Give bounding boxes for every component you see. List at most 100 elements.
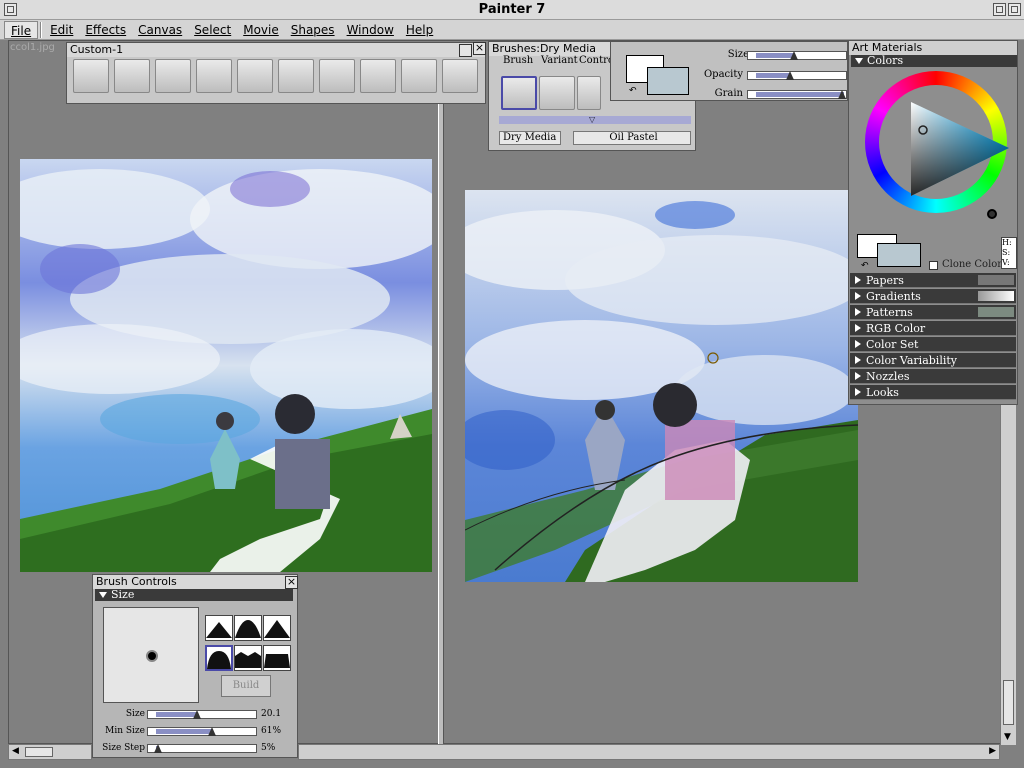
swap-colors-icon-2[interactable]: ↶ <box>861 261 869 271</box>
clone-color-label: Clone Color <box>942 259 1003 270</box>
expand-icon <box>855 356 861 364</box>
profile-linear-icon[interactable] <box>263 615 291 641</box>
maximize-button[interactable] <box>1008 3 1021 16</box>
close-icon[interactable]: × <box>473 42 486 55</box>
expand-icon <box>855 276 861 284</box>
profile-dull-icon[interactable] <box>205 645 233 671</box>
brushes-tab-variant[interactable]: Variant <box>541 55 578 66</box>
property-bar: ↶ Size Opacity Grain <box>610 41 848 101</box>
brush-category-select[interactable]: Dry Media <box>499 131 561 145</box>
brush-blender-icon[interactable] <box>237 59 273 93</box>
expand-icon <box>855 388 861 396</box>
brush-watercolor-icon[interactable] <box>401 59 437 93</box>
size-slider[interactable] <box>747 51 847 60</box>
section-color-set[interactable]: Color Set <box>850 337 1016 352</box>
saturation-value-triangle[interactable] <box>899 96 1014 201</box>
papers-preview <box>978 275 1014 285</box>
scroll-down-icon[interactable]: ▼ <box>1004 732 1011 742</box>
canvas-painting[interactable] <box>465 190 858 582</box>
document-tab[interactable]: ccol1.jpg <box>10 42 70 54</box>
profile-medium-icon[interactable] <box>234 615 262 641</box>
papers-label: Papers <box>866 274 904 287</box>
grain-slider[interactable] <box>747 90 847 99</box>
color-set-label: Color Set <box>866 338 919 351</box>
menu-edit[interactable]: Edit <box>44 21 79 39</box>
brush-blender-variant-icon[interactable] <box>577 76 601 110</box>
profile-watercolor-icon[interactable] <box>234 645 262 671</box>
brush-marker-icon[interactable] <box>442 59 478 93</box>
section-looks[interactable]: Looks <box>850 385 1016 400</box>
brush-pencil-icon[interactable] <box>73 59 109 93</box>
size-step-row-label: Size Step <box>102 743 145 753</box>
brush-chalk-icon[interactable] <box>114 59 150 93</box>
brush-controls-title: Brush Controls <box>93 575 297 589</box>
color-variability-label: Color Variability <box>866 354 957 367</box>
gradients-preview <box>978 291 1014 301</box>
menu-select[interactable]: Select <box>188 21 237 39</box>
menu-window[interactable]: Window <box>341 21 400 39</box>
grain-label: Grain <box>714 88 743 99</box>
brush-acrylic-icon[interactable] <box>360 59 396 93</box>
size-step-slider[interactable] <box>147 744 257 753</box>
scroll-left-icon[interactable]: ◀ <box>12 746 19 756</box>
horizontal-scrollbar-right[interactable]: ▶ <box>298 744 1000 760</box>
patterns-preview <box>978 307 1014 317</box>
vertical-scroll-thumb[interactable] <box>1003 680 1014 725</box>
build-button[interactable]: Build <box>221 675 271 697</box>
size-row-value: 20.1 <box>261 709 282 719</box>
chevron-down-icon[interactable]: ▽ <box>589 116 595 124</box>
brush-variant-select[interactable]: Oil Pastel <box>573 131 691 145</box>
vertical-scrollbar[interactable]: ▼ <box>1000 400 1016 745</box>
pane-splitter[interactable] <box>438 100 444 744</box>
looks-label: Looks <box>866 386 899 399</box>
brush-pencil-variant-icon[interactable] <box>539 76 575 110</box>
section-gradients[interactable]: Gradients <box>850 289 1016 304</box>
section-papers[interactable]: Papers <box>850 273 1016 288</box>
hue-marker[interactable] <box>987 209 997 219</box>
profile-pointed-icon[interactable] <box>205 615 233 641</box>
section-rgb-color[interactable]: RGB Color <box>850 321 1016 336</box>
gradients-label: Gradients <box>866 290 921 303</box>
section-patterns[interactable]: Patterns <box>850 305 1016 320</box>
min-size-slider[interactable] <box>147 727 257 736</box>
value-readout: V: <box>1002 258 1010 267</box>
menu-effects[interactable]: Effects <box>79 21 132 39</box>
hsv-readout: H: S: V: <box>1001 237 1017 269</box>
palette-zoom-icon[interactable] <box>459 44 472 57</box>
collapse-icon[interactable] <box>99 592 107 598</box>
horizontal-scrollbar-left[interactable]: ◀ <box>8 744 92 760</box>
brush-dry-media-selected-icon[interactable] <box>501 76 537 110</box>
menu-shapes[interactable]: Shapes <box>285 21 341 39</box>
clone-color-checkbox[interactable] <box>929 261 938 270</box>
close-icon[interactable]: × <box>285 576 298 589</box>
reference-painting[interactable] <box>20 159 432 572</box>
brush-crayon-icon[interactable] <box>196 59 232 93</box>
swap-colors-icon[interactable]: ↶ <box>629 86 637 96</box>
brush-palette-knife-icon[interactable] <box>278 59 314 93</box>
menu-canvas[interactable]: Canvas <box>132 21 188 39</box>
section-nozzles[interactable]: Nozzles <box>850 369 1016 384</box>
art-secondary-color-swatch[interactable] <box>877 243 921 267</box>
size-control-slider[interactable] <box>147 710 257 719</box>
colors-section-header[interactable]: Colors <box>851 55 1017 67</box>
size-step-row-value: 5% <box>261 743 276 753</box>
minimize-button[interactable] <box>993 3 1006 16</box>
collapse-icon[interactable] <box>855 58 863 64</box>
profile-flat-icon[interactable] <box>263 645 291 671</box>
menu-file[interactable]: File <box>4 20 39 39</box>
size-section-header[interactable]: Size <box>95 589 293 601</box>
opacity-slider[interactable] <box>747 71 847 80</box>
brush-oil-icon[interactable] <box>155 59 191 93</box>
patterns-label: Patterns <box>866 306 913 319</box>
menu-movie[interactable]: Movie <box>237 21 285 39</box>
brush-pastel-icon[interactable] <box>319 59 355 93</box>
rgb-color-label: RGB Color <box>866 322 926 335</box>
min-size-row-value: 61% <box>261 726 282 736</box>
menu-help[interactable]: Help <box>400 21 439 39</box>
section-color-variability[interactable]: Color Variability <box>850 353 1016 368</box>
horizontal-scroll-thumb[interactable] <box>25 747 53 757</box>
title-bar: Painter 7 <box>0 0 1024 20</box>
brushes-tab-brush[interactable]: Brush <box>503 55 533 66</box>
scroll-right-icon[interactable]: ▶ <box>989 746 996 756</box>
secondary-color-swatch[interactable] <box>647 67 689 95</box>
